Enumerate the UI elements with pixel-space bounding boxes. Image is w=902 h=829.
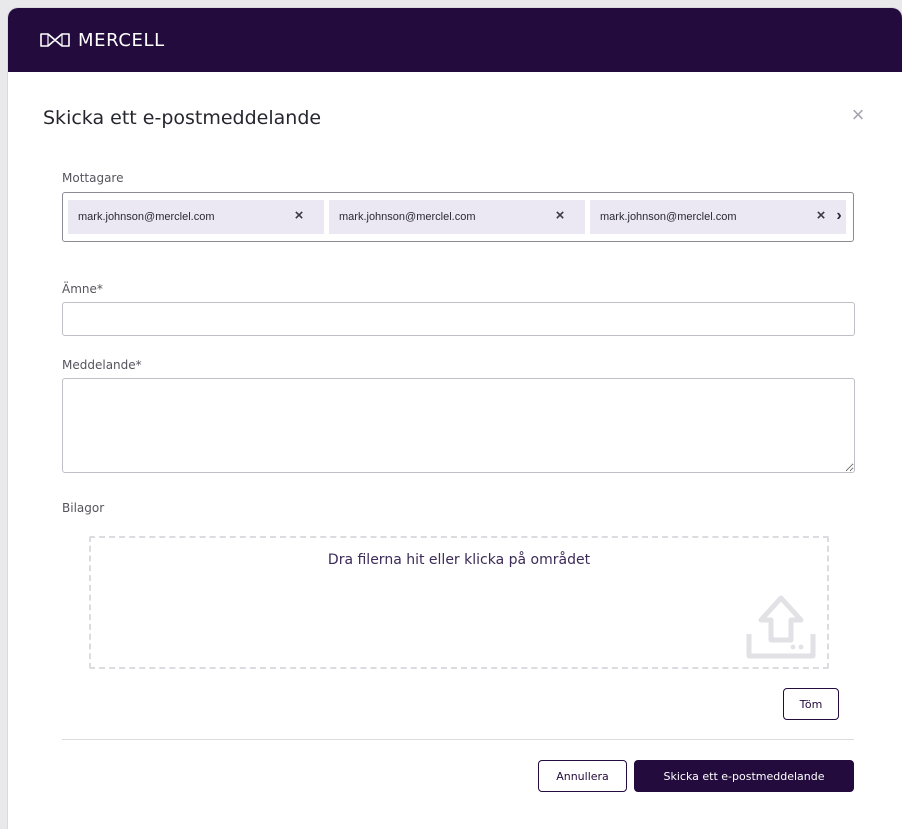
subject-input[interactable]: [62, 302, 855, 336]
remove-x-icon[interactable]: ×: [814, 208, 828, 224]
cancel-button[interactable]: Annullera: [538, 760, 627, 792]
footer-divider: [62, 739, 854, 740]
clear-attachments-button[interactable]: Töm: [783, 688, 839, 720]
brand-name: MERCELL: [78, 29, 165, 51]
dropzone-text: Dra filerna hit eller klicka på området: [327, 552, 591, 568]
recipient-chip: mark.johnson@merclel.com ×: [329, 200, 585, 234]
message-textarea[interactable]: [62, 378, 855, 473]
message-label: Meddelande*: [62, 358, 142, 372]
dialog-title: Skicka ett e-postmeddelande: [43, 107, 322, 129]
recipient-email: mark.johnson@merclel.com: [600, 211, 737, 223]
recipients-label: Mottagare: [62, 171, 124, 185]
recipient-chip: mark.johnson@merclel.com ×: [68, 200, 324, 234]
remove-x-icon[interactable]: ×: [292, 208, 306, 224]
brand-logo: MERCELL: [39, 30, 165, 51]
recipients-field[interactable]: mark.johnson@merclel.com × mark.johnson@…: [62, 192, 854, 242]
chevron-right-icon[interactable]: ›: [831, 207, 847, 227]
attachments-label: Bilagor: [62, 501, 105, 515]
subject-label: Ämne*: [62, 282, 103, 296]
remove-x-icon[interactable]: ×: [553, 208, 567, 224]
email-dialog-window: MERCELL Skicka ett e-postmeddelande × Mo…: [8, 8, 902, 829]
brand-header: MERCELL: [8, 8, 902, 72]
file-dropzone[interactable]: Dra filerna hit eller klicka på området: [89, 536, 829, 669]
close-icon[interactable]: ×: [848, 104, 868, 126]
recipient-email: mark.johnson@merclel.com: [339, 211, 476, 223]
recipient-chip: mark.johnson@merclel.com ×: [590, 200, 846, 234]
upload-icon: [746, 595, 816, 659]
recipient-email: mark.johnson@merclel.com: [78, 211, 215, 223]
mercell-logo-icon: [40, 33, 70, 47]
send-email-button[interactable]: Skicka ett e-postmeddelande: [634, 760, 854, 792]
